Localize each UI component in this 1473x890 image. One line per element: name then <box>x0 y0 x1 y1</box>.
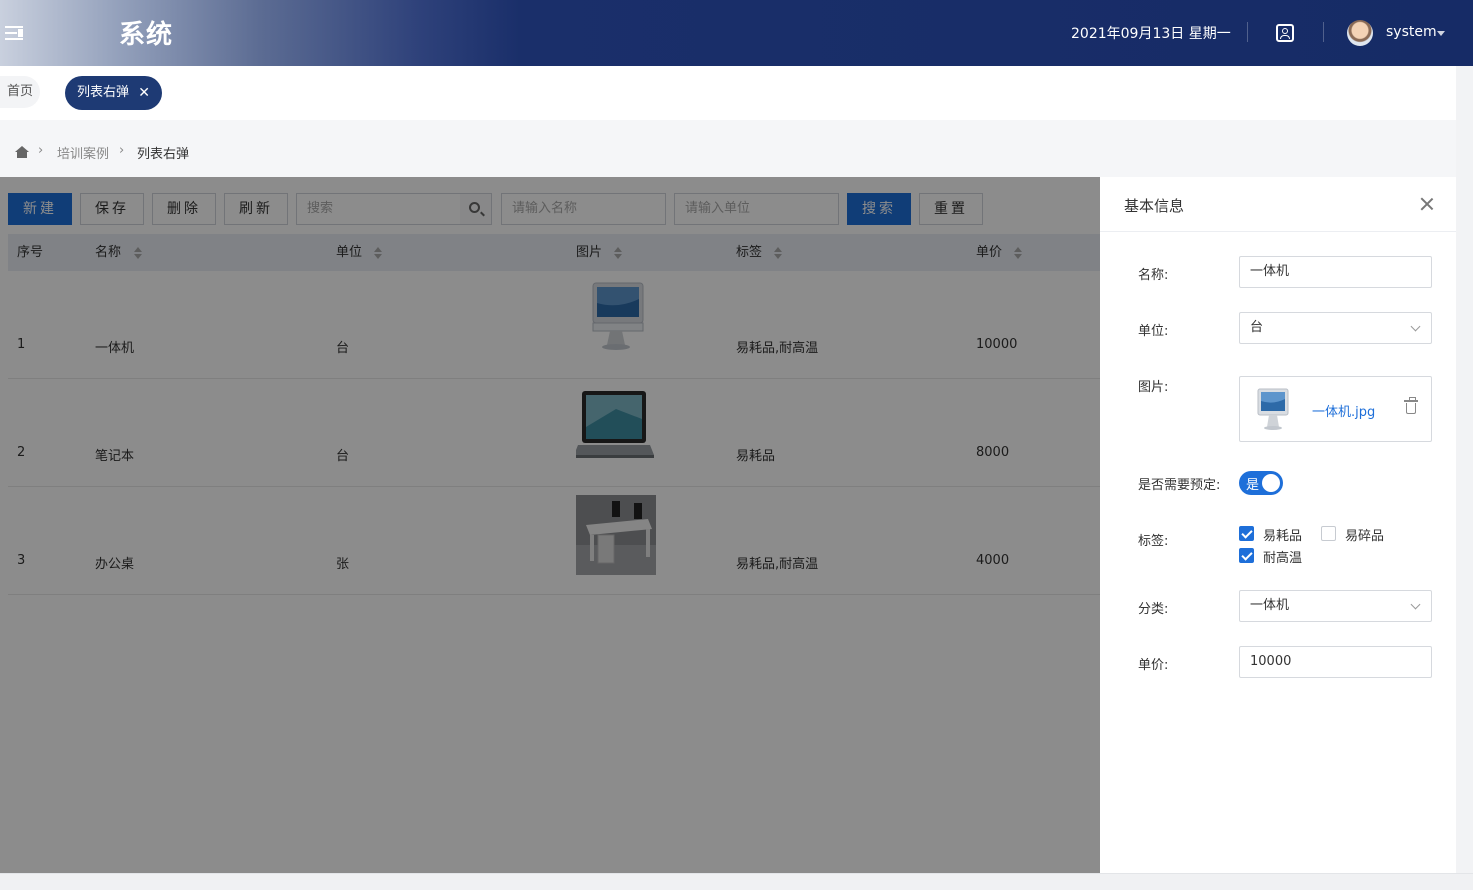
tab-label: 列表右弹 <box>77 85 130 100</box>
tab-list-drawer[interactable]: 列表右弹 ✕ <box>65 76 162 110</box>
drawer-header: 基本信息 <box>1100 177 1456 232</box>
toggle-knob <box>1262 474 1280 492</box>
price-field[interactable]: 10000 <box>1239 646 1432 678</box>
close-icon[interactable] <box>1418 195 1436 213</box>
name-label: 名称: <box>1138 268 1169 283</box>
uploaded-file-link[interactable]: 一体机.jpg <box>1312 401 1375 420</box>
header-divider <box>1247 22 1248 42</box>
tags-label: 标签: <box>1138 534 1169 549</box>
name-field[interactable]: 一体机 <box>1239 256 1432 288</box>
checkbox-label: 耐高温 <box>1263 551 1303 566</box>
breadcrumb-item-current: 列表右弹 <box>137 147 190 162</box>
toggle-text: 是 <box>1246 478 1260 493</box>
tab-home[interactable]: 首页 <box>0 76 41 108</box>
trash-icon[interactable] <box>1404 397 1418 414</box>
breadcrumb-item-training[interactable]: 培训案例 <box>57 143 109 162</box>
user-avatar[interactable] <box>1347 20 1373 46</box>
drawer-title: 基本信息 <box>1124 197 1185 215</box>
checkbox-heat-resistant[interactable] <box>1239 548 1254 563</box>
booking-toggle[interactable]: 是 <box>1239 471 1283 495</box>
chevron-down-icon <box>1410 321 1421 332</box>
unit-select[interactable]: 台 <box>1239 312 1432 344</box>
drawer-mask[interactable] <box>0 177 1100 873</box>
category-select-value: 一体机 <box>1250 598 1290 613</box>
header-date: 2021年09月13日 星期一 <box>1071 26 1231 42</box>
category-label: 分类: <box>1138 602 1169 617</box>
breadcrumb-separator: › <box>38 143 44 158</box>
tabs-bar: 首页 列表右弹 ✕ <box>0 66 1473 120</box>
price-label: 单价: <box>1138 658 1169 673</box>
image-upload: 一体机.jpg <box>1239 376 1432 442</box>
home-icon[interactable] <box>15 146 29 158</box>
checkbox-fragile[interactable] <box>1321 526 1336 541</box>
top-header: 系统 2021年09月13日 星期一 system <box>0 0 1473 66</box>
breadcrumb: › 培训案例 › 列表右弹 <box>0 120 1473 177</box>
breadcrumb-separator: › <box>119 143 125 158</box>
user-name[interactable]: system <box>1386 24 1437 40</box>
category-select[interactable]: 一体机 <box>1239 590 1432 622</box>
unit-label: 单位: <box>1138 324 1169 339</box>
page-bottom-edge <box>0 873 1473 890</box>
menu-toggle-icon[interactable] <box>5 24 25 42</box>
header-divider <box>1323 22 1324 42</box>
user-dropdown-icon[interactable] <box>1437 31 1445 36</box>
chevron-down-icon <box>1410 599 1421 610</box>
checkbox-label: 易碎品 <box>1345 529 1385 544</box>
unit-select-value: 台 <box>1250 320 1264 335</box>
checkbox-label: 易耗品 <box>1263 529 1303 544</box>
booking-label: 是否需要预定: <box>1138 478 1221 493</box>
app-title: 系统 <box>119 20 174 50</box>
page-edge <box>1456 66 1473 873</box>
imac-thumbnail[interactable] <box>1256 385 1290 433</box>
detail-drawer: 基本信息 名称: 一体机 单位: 台 图片: 一体机.jpg 是否需要预定: 是… <box>1100 177 1456 873</box>
checkbox-consumable[interactable] <box>1239 526 1254 541</box>
close-icon[interactable]: ✕ <box>138 76 150 110</box>
image-label: 图片: <box>1138 380 1169 395</box>
contact-card-icon[interactable] <box>1276 24 1294 42</box>
